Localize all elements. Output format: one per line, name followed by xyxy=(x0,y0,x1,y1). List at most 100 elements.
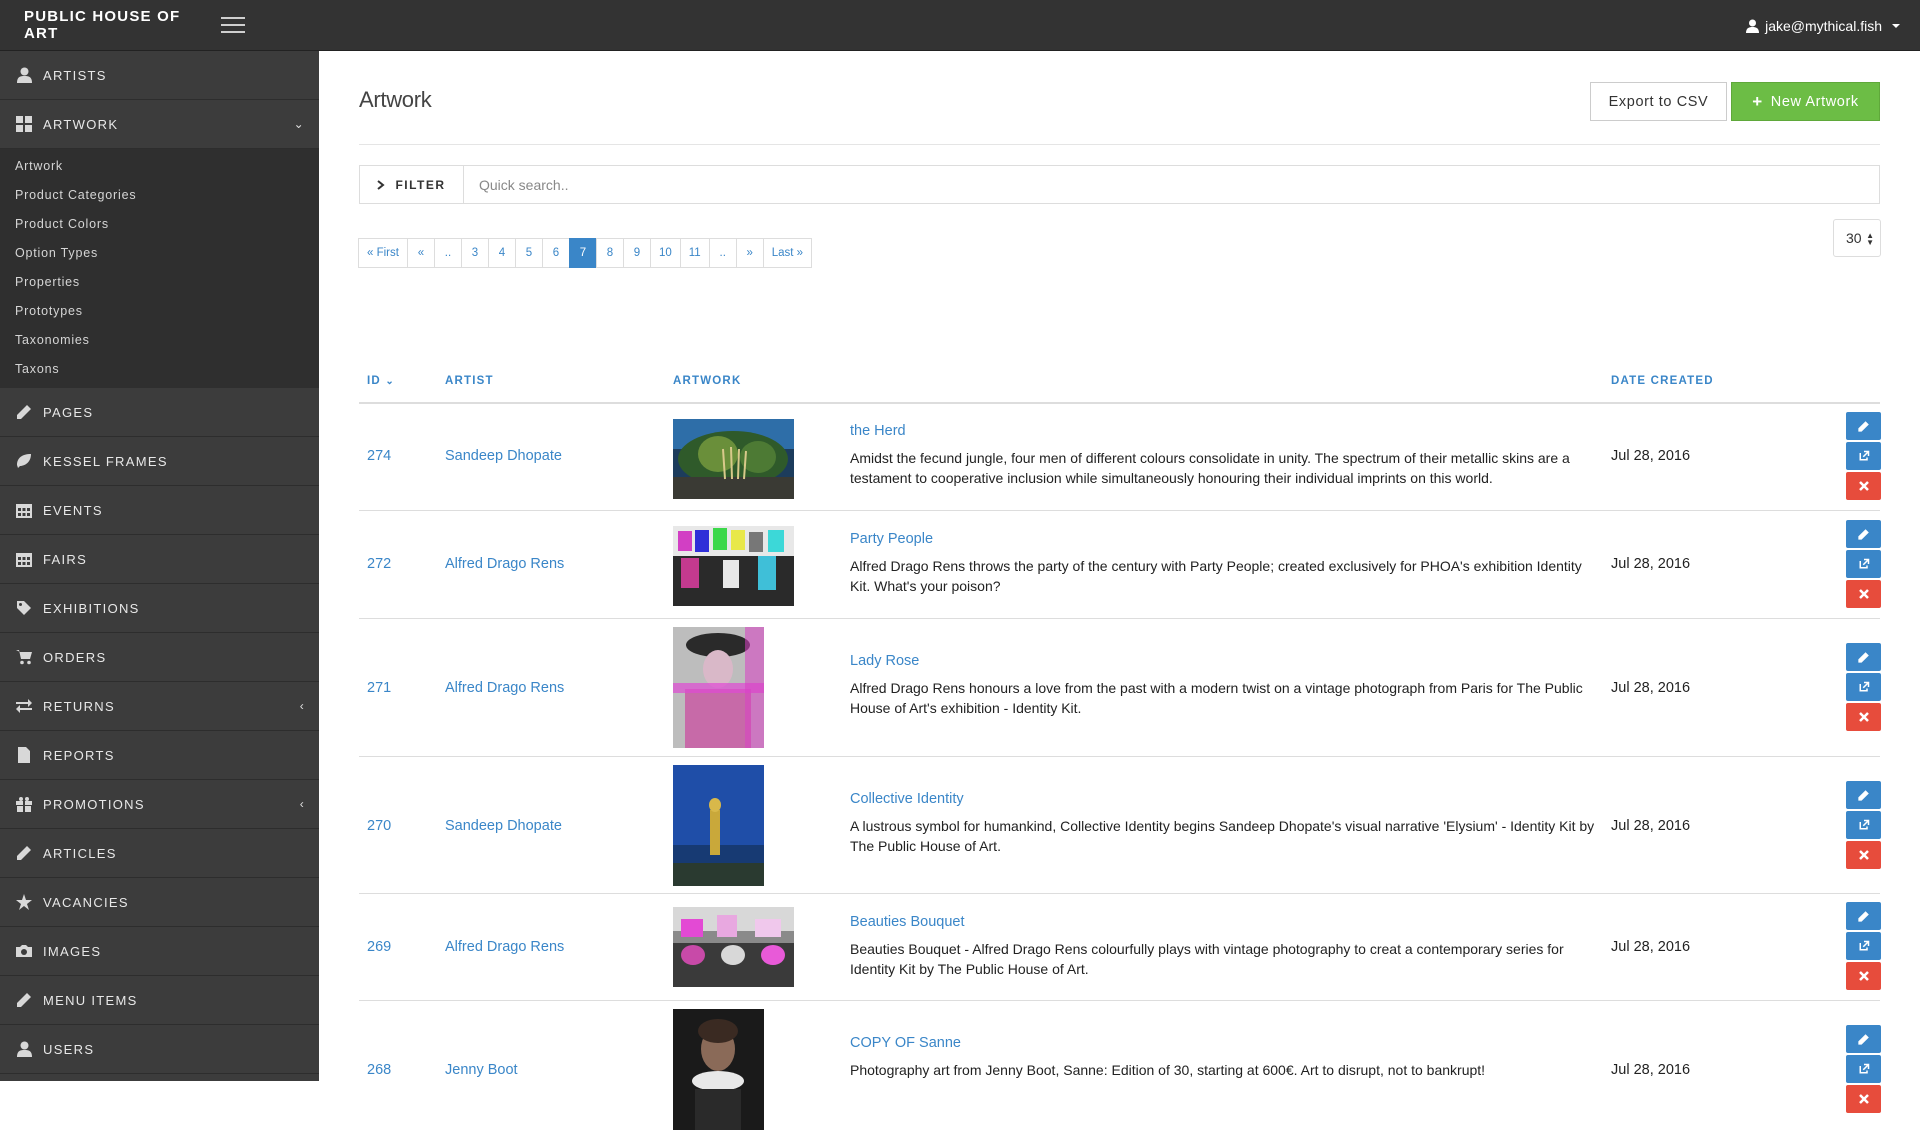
artwork-id-link[interactable]: 270 xyxy=(367,818,391,834)
page-prev[interactable]: « xyxy=(406,238,435,268)
sidebar-item-fairs[interactable]: FAIRS xyxy=(0,535,319,584)
quick-search-input[interactable] xyxy=(464,166,1879,203)
clone-button[interactable] xyxy=(1846,1055,1881,1083)
artwork-thumbnail[interactable] xyxy=(673,765,764,886)
sidebar-item-menu-items[interactable]: MENU ITEMS xyxy=(0,976,319,1025)
per-page-select[interactable]: 30 ▲ ▼ xyxy=(1833,219,1881,257)
page-8[interactable]: 8 xyxy=(595,238,624,268)
sidebar-item-kessel-frames[interactable]: KESSEL FRAMES xyxy=(0,437,319,486)
artwork-id-link[interactable]: 268 xyxy=(367,1062,391,1078)
artwork-thumbnail[interactable] xyxy=(673,419,794,499)
artwork-id-link[interactable]: 269 xyxy=(367,939,391,955)
edit-button[interactable] xyxy=(1846,781,1881,809)
artwork-thumbnail[interactable] xyxy=(673,907,794,987)
page-first[interactable]: « First xyxy=(358,238,408,268)
page-next[interactable]: » xyxy=(735,238,764,268)
artwork-id-link[interactable]: 271 xyxy=(367,680,391,696)
user-menu[interactable]: jake@mythical.fish xyxy=(1746,0,1900,51)
submenu-item-product-categories[interactable]: Product Categories xyxy=(0,181,319,210)
updown-icon: ▲ ▼ xyxy=(1866,231,1874,247)
page-4[interactable]: 4 xyxy=(487,238,516,268)
artwork-title-link[interactable]: Party People xyxy=(850,531,1595,547)
hamburger-menu-icon[interactable] xyxy=(221,17,245,33)
edit-button[interactable] xyxy=(1846,902,1881,930)
edit-button[interactable] xyxy=(1846,643,1881,671)
submenu-item-taxonomies[interactable]: Taxonomies xyxy=(0,326,319,355)
page-11[interactable]: 11 xyxy=(679,238,710,268)
sidebar-item-users[interactable]: USERS xyxy=(0,1025,319,1074)
submenu-item-artwork[interactable]: Artwork xyxy=(0,152,319,181)
clone-button[interactable] xyxy=(1846,673,1881,701)
sidebar-item-promotions[interactable]: PROMOTIONS ‹ xyxy=(0,780,319,829)
delete-button[interactable] xyxy=(1846,1085,1881,1113)
page-last[interactable]: Last » xyxy=(762,238,813,268)
clone-button[interactable] xyxy=(1846,811,1881,839)
page-3[interactable]: 3 xyxy=(460,238,489,268)
page-gap[interactable]: .. xyxy=(708,238,737,268)
sidebar-item-returns[interactable]: RETURNS ‹ xyxy=(0,682,319,731)
artwork-id-link[interactable]: 274 xyxy=(367,448,391,464)
main-content: Artwork Export to CSV + New Artwork FILT… xyxy=(319,51,1920,1130)
artwork-title-link[interactable]: Beauties Bouquet xyxy=(850,914,1595,930)
artist-link[interactable]: Jenny Boot xyxy=(445,1062,518,1078)
delete-button[interactable] xyxy=(1846,841,1881,869)
clone-icon xyxy=(1859,681,1869,692)
artwork-description: Photography art from Jenny Boot, Sanne: … xyxy=(850,1062,1486,1078)
sidebar-item-images[interactable]: IMAGES xyxy=(0,927,319,976)
export-csv-button[interactable]: Export to CSV xyxy=(1590,82,1727,121)
clone-button[interactable] xyxy=(1846,442,1881,470)
artist-link[interactable]: Alfred Drago Rens xyxy=(445,556,564,572)
artwork-id-link[interactable]: 272 xyxy=(367,556,391,572)
column-header-date-created[interactable]: DATE CREATED xyxy=(1611,375,1714,387)
filter-toggle-button[interactable]: FILTER xyxy=(360,166,464,203)
sidebar-item-orders[interactable]: ORDERS xyxy=(0,633,319,682)
page-5[interactable]: 5 xyxy=(514,238,543,268)
page-9[interactable]: 9 xyxy=(622,238,651,268)
clone-button[interactable] xyxy=(1846,932,1881,960)
delete-button[interactable] xyxy=(1846,472,1881,500)
artwork-thumbnail[interactable] xyxy=(673,627,764,748)
sidebar-item-reports[interactable]: REPORTS xyxy=(0,731,319,780)
sidebar-item-pages[interactable]: PAGES xyxy=(0,388,319,437)
page-7-current[interactable]: 7 xyxy=(568,238,597,268)
page-6[interactable]: 6 xyxy=(541,238,570,268)
submenu-item-properties[interactable]: Properties xyxy=(0,268,319,297)
submenu-item-prototypes[interactable]: Prototypes xyxy=(0,297,319,326)
sidebar-item-events[interactable]: EVENTS xyxy=(0,486,319,535)
artist-link[interactable]: Alfred Drago Rens xyxy=(445,680,564,696)
chevron-left-icon: ‹ xyxy=(299,699,305,713)
artist-link[interactable]: Sandeep Dhopate xyxy=(445,818,562,834)
delete-button[interactable] xyxy=(1846,580,1881,608)
submenu-item-taxons[interactable]: Taxons xyxy=(0,355,319,384)
column-header-artwork[interactable]: ARTWORK xyxy=(673,375,741,387)
sidebar-item-articles[interactable]: ARTICLES xyxy=(0,829,319,878)
column-header-id[interactable]: ID ⌄ xyxy=(367,375,395,387)
artist-link[interactable]: Alfred Drago Rens xyxy=(445,939,564,955)
edit-button[interactable] xyxy=(1846,412,1881,440)
pencil-icon xyxy=(1858,1033,1869,1045)
column-header-artist[interactable]: ARTIST xyxy=(445,375,494,387)
new-artwork-label: New Artwork xyxy=(1770,93,1859,110)
clone-button[interactable] xyxy=(1846,550,1881,578)
artwork-title-link[interactable]: the Herd xyxy=(850,423,1595,439)
sidebar-item-exhibitions[interactable]: EXHIBITIONS xyxy=(0,584,319,633)
artwork-title-link[interactable]: COPY OF Sanne xyxy=(850,1035,1595,1051)
new-artwork-button[interactable]: + New Artwork xyxy=(1731,82,1880,121)
page-gap[interactable]: .. xyxy=(433,238,462,268)
page-10[interactable]: 10 xyxy=(649,238,681,268)
sidebar-item-artwork[interactable]: ARTWORK ⌄ xyxy=(0,100,319,149)
edit-button[interactable] xyxy=(1846,1025,1881,1053)
submenu-item-option-types[interactable]: Option Types xyxy=(0,239,319,268)
artist-link[interactable]: Sandeep Dhopate xyxy=(445,448,562,464)
artwork-title-link[interactable]: Collective Identity xyxy=(850,791,1595,807)
delete-button[interactable] xyxy=(1846,703,1881,731)
sidebar-item-vacancies[interactable]: VACANCIES xyxy=(0,878,319,927)
delete-button[interactable] xyxy=(1846,962,1881,990)
sidebar-item-artists[interactable]: ARTISTS xyxy=(0,51,319,100)
artwork-title-link[interactable]: Lady Rose xyxy=(850,653,1595,669)
submenu-item-product-colors[interactable]: Product Colors xyxy=(0,210,319,239)
artwork-thumbnail[interactable] xyxy=(673,1009,764,1130)
artwork-thumbnail[interactable] xyxy=(673,526,794,606)
edit-button[interactable] xyxy=(1846,520,1881,548)
brand-logo[interactable]: PUBLIC HOUSE OF ART xyxy=(24,8,199,42)
